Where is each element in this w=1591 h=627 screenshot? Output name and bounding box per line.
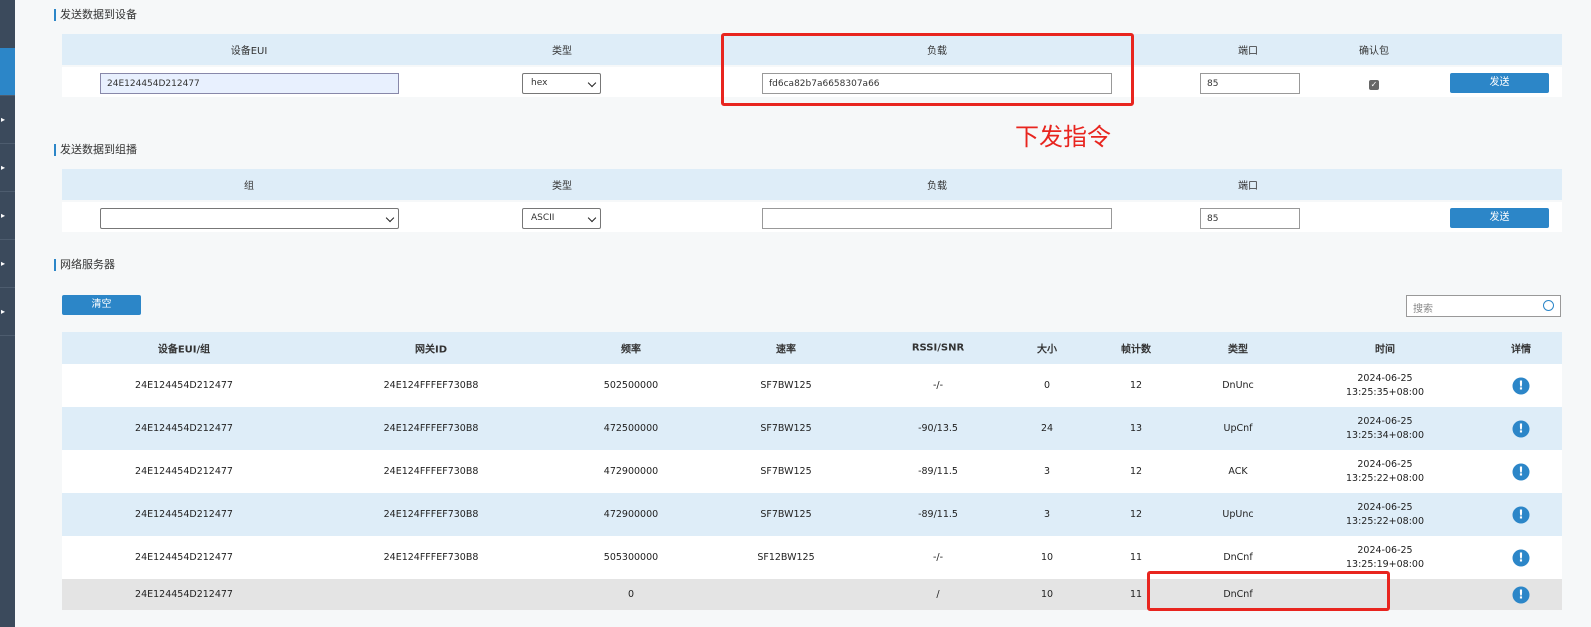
chevron-right-icon: ▸ [1, 307, 6, 316]
info-icon[interactable]: ! [1512, 549, 1530, 566]
table-row[interactable]: 24E124454D212477 24E124FFFEF730B8 502500… [62, 364, 1562, 407]
header-device-eui: 设备EUI [230, 46, 268, 57]
info-icon[interactable]: ! [1512, 586, 1530, 603]
col-details: 详情 [1511, 344, 1531, 356]
sidebar-item-2[interactable]: ▸ [0, 144, 15, 192]
col-rate: 速率 [776, 344, 796, 356]
send-device-button[interactable]: 发送 [1450, 73, 1549, 93]
sidebar-item-4[interactable]: ▸ [0, 240, 15, 288]
header-group: 组 [244, 181, 254, 192]
table-row[interactable]: 24E124454D212477 24E124FFFEF730B8 472900… [62, 493, 1562, 536]
group-port-input[interactable] [1200, 208, 1300, 229]
chevron-right-icon: ▸ [1, 259, 6, 268]
col-frame-count: 帧计数 [1121, 344, 1151, 356]
section-title-send-group: 发送数据到组播 [54, 144, 137, 156]
port-input[interactable] [1200, 73, 1300, 94]
chevron-right-icon: ▸ [1, 211, 6, 220]
annotation-box-type [1147, 571, 1390, 611]
search-box[interactable]: 搜索 [1406, 295, 1561, 317]
clear-button[interactable]: 清空 [62, 295, 141, 315]
section-title-network-server: 网络服务器 [54, 259, 115, 271]
send-group-button[interactable]: 发送 [1450, 208, 1549, 228]
device-eui-input[interactable] [100, 73, 399, 94]
search-placeholder: 搜索 [1413, 304, 1433, 315]
header-type: 类型 [552, 46, 572, 57]
sidebar: ▸ ▸ ▸ ▸ ▸ [0, 0, 15, 627]
header-confirm: 确认包 [1359, 46, 1389, 57]
chevron-down-icon [587, 213, 597, 223]
section-title-send-device: 发送数据到设备 [54, 9, 137, 21]
sidebar-item-5[interactable]: ▸ [0, 288, 15, 336]
group-select[interactable] [100, 208, 399, 229]
table-row[interactable]: 24E124454D212477 24E124FFFEF730B8 472500… [62, 407, 1562, 450]
col-size: 大小 [1037, 344, 1057, 356]
annotation-box-payload [721, 33, 1134, 106]
type-select[interactable]: hex [522, 73, 601, 94]
header-payload: 负载 [927, 181, 947, 192]
chevron-right-icon: ▸ [1, 163, 6, 172]
confirm-checkbox[interactable]: ✓ [1369, 80, 1379, 90]
group-type-select[interactable]: ASCII [522, 208, 601, 229]
table-row[interactable]: 24E124454D212477 24E124FFFEF730B8 472900… [62, 450, 1562, 493]
col-type: 类型 [1228, 344, 1248, 356]
info-icon[interactable]: ! [1512, 420, 1530, 437]
info-icon[interactable]: ! [1512, 463, 1530, 480]
chevron-right-icon: ▸ [1, 115, 6, 124]
col-time: 时间 [1375, 344, 1395, 356]
sidebar-item-3[interactable]: ▸ [0, 192, 15, 240]
table-header: 设备EUI/组 网关ID 频率 速率 RSSI/SNR 大小 帧计数 类型 时间… [62, 332, 1562, 364]
col-rssi-snr: RSSI/SNR [911, 342, 965, 354]
sidebar-item-1[interactable]: ▸ [0, 96, 15, 144]
annotation-label: 下发指令 [1015, 123, 1111, 151]
col-device-eui: 设备EUI/组 [157, 344, 211, 356]
chevron-down-icon [385, 213, 395, 223]
sidebar-item-active[interactable] [0, 48, 15, 96]
info-icon[interactable]: ! [1512, 377, 1530, 394]
col-frequency: 频率 [621, 344, 641, 356]
info-icon[interactable]: ! [1512, 506, 1530, 523]
search-icon[interactable] [1543, 300, 1554, 311]
group-payload-input[interactable] [762, 208, 1112, 229]
chevron-down-icon [587, 78, 597, 88]
header-port: 端口 [1238, 181, 1258, 192]
col-gateway-id: 网关ID [414, 344, 448, 356]
header-port: 端口 [1238, 46, 1258, 57]
header-type: 类型 [552, 181, 572, 192]
send-group-header-band: 组 类型 负载 端口 [62, 169, 1562, 200]
